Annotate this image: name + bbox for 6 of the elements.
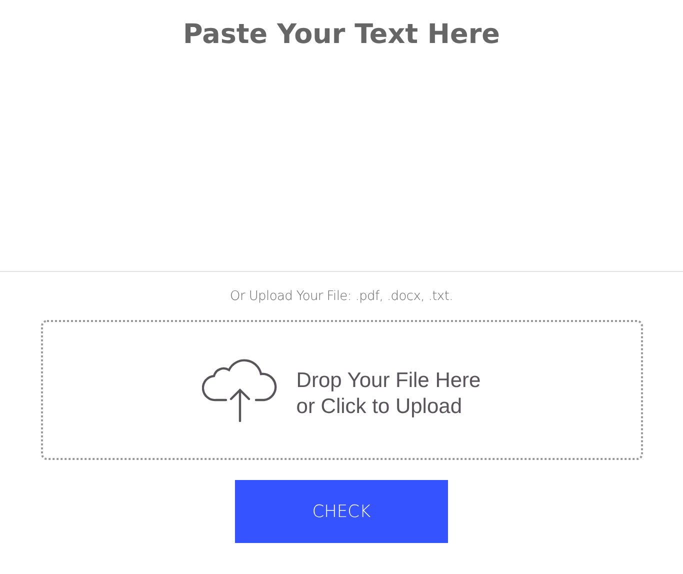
- upload-hint: Or Upload Your File: .pdf, .docx, .txt.: [230, 289, 453, 304]
- cloud-upload-icon: [202, 358, 278, 422]
- check-button[interactable]: CHECK: [235, 480, 448, 543]
- file-dropzone[interactable]: Drop Your File Here or Click to Upload: [40, 320, 642, 460]
- page-title: Paste Your Text Here: [183, 18, 500, 52]
- dropzone-text: Drop Your File Here or Click to Upload: [296, 368, 481, 420]
